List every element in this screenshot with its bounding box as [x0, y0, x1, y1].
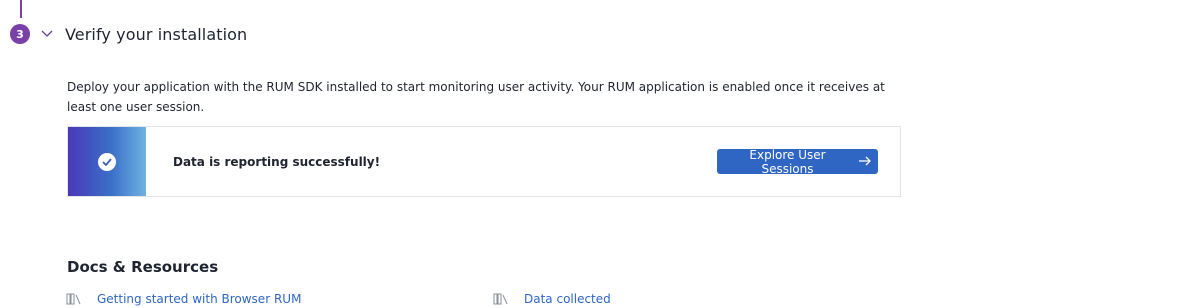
- doc-link-getting-started[interactable]: Getting started with Browser RUM: [66, 292, 301, 306]
- status-gradient-panel: [68, 127, 146, 196]
- explore-user-sessions-button[interactable]: Explore User Sessions: [717, 147, 878, 176]
- doc-link-label: Getting started with Browser RUM: [97, 292, 302, 306]
- docs-resources-heading: Docs & Resources: [67, 258, 219, 276]
- check-circle-icon: [98, 152, 116, 171]
- step-title: Verify your installation: [65, 24, 248, 44]
- doc-link-label: Data collected: [524, 292, 611, 306]
- status-message: Data is reporting successfully!: [173, 154, 381, 169]
- explore-button-label: Explore User Sessions: [749, 147, 826, 176]
- book-icon: [66, 293, 82, 305]
- arrow-right-icon: [858, 155, 872, 169]
- step-description: Deploy your application with the RUM SDK…: [67, 80, 885, 114]
- step-number-badge: 3: [10, 24, 30, 44]
- doc-link-data-collected[interactable]: Data collected: [493, 292, 611, 306]
- chevron-down-icon[interactable]: [40, 27, 54, 41]
- stepper-connector-line: [20, 0, 22, 18]
- step-header[interactable]: 3 Verify your installation: [10, 24, 247, 44]
- book-icon: [493, 293, 509, 305]
- status-card: Data is reporting successfully! Explore …: [67, 126, 901, 197]
